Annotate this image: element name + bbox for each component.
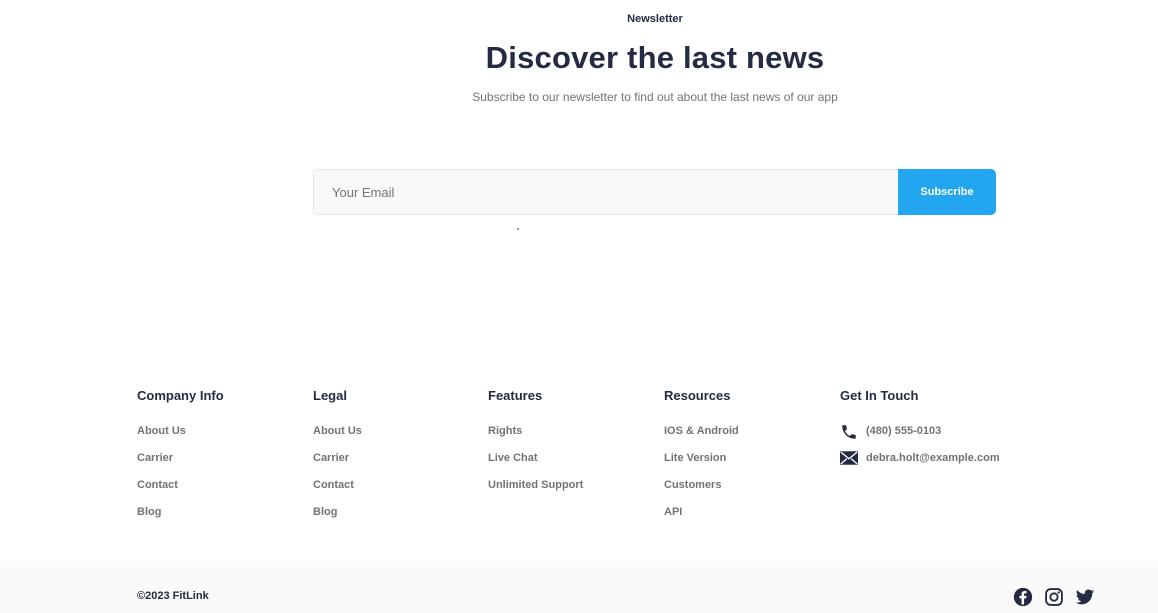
column-title: Get In Touch: [840, 388, 919, 403]
footer-link-contact[interactable]: Contact: [313, 479, 362, 506]
column-title: Company Info: [137, 388, 224, 403]
social-links: [1013, 587, 1095, 607]
footer-column-features: Features Rights Live Chat Unlimited Supp…: [488, 388, 583, 506]
mail-icon: [840, 451, 858, 465]
footer-link-carrier[interactable]: Carrier: [137, 452, 224, 479]
footer-link-lite-version[interactable]: Lite Version: [664, 452, 739, 479]
column-title: Legal: [313, 388, 347, 403]
footer-link-rights[interactable]: Rights: [488, 425, 583, 452]
footer-link-about-us[interactable]: About Us: [137, 425, 224, 452]
footer-link-contact[interactable]: Contact: [137, 479, 224, 506]
copyright-text: ©2023 FitLink: [137, 590, 209, 602]
footer-link-about-us[interactable]: About Us: [313, 425, 362, 452]
footer-column-contact: Get In Touch (480) 555-0103 debra.holt@e…: [840, 388, 1000, 479]
newsletter-subtitle: Subscribe to our newsletter to find out …: [472, 90, 838, 104]
subscribe-button[interactable]: Subscribe: [898, 169, 996, 215]
footer-link-unlimited-support[interactable]: Unlimited Support: [488, 479, 583, 506]
footer-link-ios-android[interactable]: IOS & Android: [664, 425, 739, 452]
footer-link-api[interactable]: API: [664, 506, 739, 533]
footer-link-customers[interactable]: Customers: [664, 479, 739, 506]
footer-links: Company Info About Us Carrier Contact Bl…: [0, 388, 1158, 538]
footer-column-company-info: Company Info About Us Carrier Contact Bl…: [137, 388, 224, 533]
email-input[interactable]: [313, 169, 898, 215]
contact-phone[interactable]: (480) 555-0103: [840, 425, 1000, 452]
phone-icon: [842, 425, 856, 439]
footer-column-resources: Resources IOS & Android Lite Version Cus…: [664, 388, 739, 533]
footer-link-live-chat[interactable]: Live Chat: [488, 452, 583, 479]
contact-phone-text: (480) 555-0103: [866, 425, 942, 437]
instagram-icon[interactable]: [1044, 587, 1064, 607]
decorative-dot: [517, 228, 519, 230]
newsletter-section: Newsletter Discover the last news Subscr…: [0, 0, 1158, 340]
footer-link-blog[interactable]: Blog: [313, 506, 362, 533]
twitter-icon[interactable]: [1075, 587, 1095, 607]
column-title: Features: [488, 388, 543, 403]
newsletter-kicker: Newsletter: [627, 13, 683, 25]
footer-link-carrier[interactable]: Carrier: [313, 452, 362, 479]
facebook-icon[interactable]: [1013, 587, 1033, 607]
footer-column-legal: Legal About Us Carrier Contact Blog: [313, 388, 362, 533]
contact-email-text: debra.holt@example.com: [866, 452, 1000, 464]
contact-email[interactable]: debra.holt@example.com: [840, 451, 1000, 479]
newsletter-title: Discover the last news: [485, 40, 825, 75]
column-title: Resources: [664, 388, 731, 403]
footer-link-blog[interactable]: Blog: [137, 506, 224, 533]
footer-bottom-bar: ©2023 FitLink: [0, 561, 1158, 613]
newsletter-form: Subscribe: [313, 169, 996, 215]
